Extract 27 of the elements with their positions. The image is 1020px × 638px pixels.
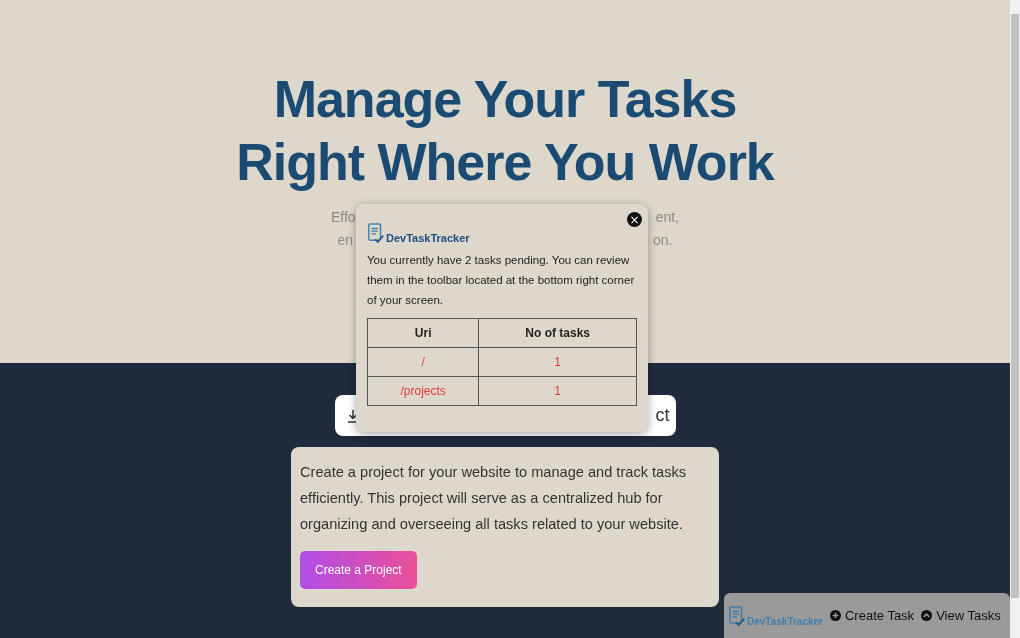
download-icon [346, 408, 359, 423]
column-header: Uri [367, 318, 479, 348]
table-cell: / [367, 347, 479, 377]
clipboard-check-icon [367, 222, 385, 244]
card-description: Create a project for your website to manage and track tasks efficiently. This project will serve as a centralized hub for organizing and overseeing all tasks related to your website. [300, 463, 688, 534]
table-cell: 1 [478, 347, 637, 377]
clipboard-check-icon [728, 604, 746, 627]
subtitle-text: en [337, 231, 354, 250]
hero-title: Manage Your Tasks [273, 69, 737, 130]
subtitle-text: on. [653, 231, 673, 250]
subtitle-text: Effo [331, 208, 356, 227]
column-header: No of tasks [478, 318, 637, 348]
brand-name: DevTaskTracker [747, 615, 823, 627]
chevron-circle-icon [921, 610, 933, 621]
brand-name: DevTaskTracker [386, 232, 470, 244]
create-project-button[interactable]: Create a Project [300, 551, 417, 589]
toolbar-button[interactable]: Create Task [830, 608, 915, 623]
table-cell: 1 [478, 376, 637, 406]
table-cell: /projects [367, 376, 479, 406]
plus-circle-icon [830, 610, 841, 621]
action-text: ct [655, 405, 670, 426]
subtitle-text: ent, [655, 208, 679, 227]
toolbar-button[interactable]: View Tasks [921, 608, 1001, 623]
close-button[interactable]: × [627, 212, 642, 227]
popup-message: You currently have 2 tasks pending. You can review them in the toolbar located at the bottom right corner of your screen. [367, 253, 636, 308]
hero-title: Right Where You Work [236, 132, 774, 193]
scrollbar[interactable] [1010, 0, 1020, 638]
